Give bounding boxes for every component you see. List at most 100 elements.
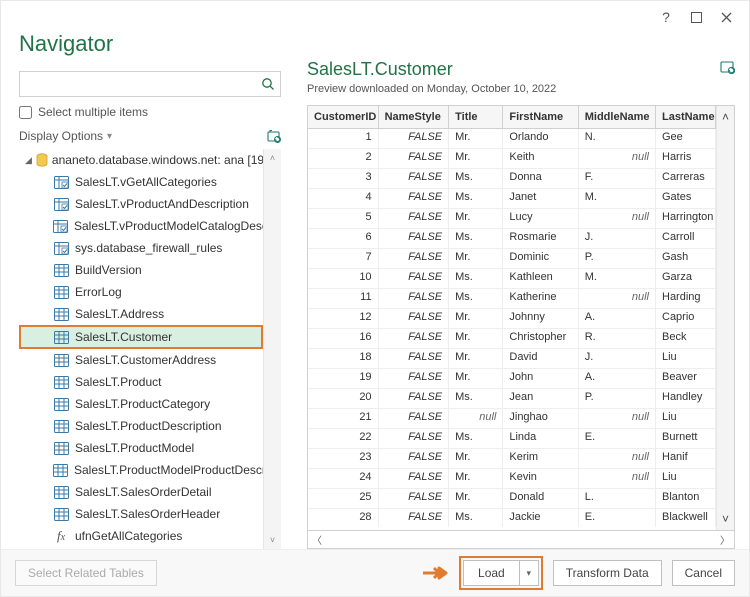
scroll-left-icon[interactable]: 〈 [312, 532, 322, 547]
tree-item[interactable]: BuildVersion [19, 259, 263, 281]
table-row[interactable]: 1FALSEMr.OrlandoN.Gee [308, 129, 716, 149]
tree-wrap: ◢ ananeto.database.windows.net: ana [19]… [19, 149, 281, 549]
tree-item[interactable]: SalesLT.ProductDescription [19, 415, 263, 437]
display-options[interactable]: Display Options ▾ [19, 129, 281, 143]
scroll-up-icon[interactable]: ˄ [722, 110, 729, 124]
tree-item[interactable]: SalesLT.SalesOrderDetail [19, 481, 263, 503]
table-row[interactable]: 18FALSEMr.DavidJ.Liu [308, 349, 716, 369]
table-row[interactable]: 10FALSEMs.KathleenM.Garza [308, 269, 716, 289]
column-header[interactable]: NameStyle [379, 106, 450, 128]
cell: R. [579, 329, 656, 348]
transform-data-button[interactable]: Transform Data [553, 560, 662, 586]
tree-item[interactable]: sys.database_firewall_rules [19, 237, 263, 259]
cell: null [579, 209, 656, 228]
cell: Dominic [503, 249, 578, 268]
table-row[interactable]: 24FALSEMr.KevinnullLiu [308, 469, 716, 489]
help-button[interactable]: ? [651, 5, 681, 29]
tree-item[interactable]: SalesLT.vProductAndDescription [19, 193, 263, 215]
cell: Liu [656, 409, 716, 428]
column-header[interactable]: Title [449, 106, 503, 128]
cell: Donald [503, 489, 578, 508]
left-pane: Navigator Select multiple items Display … [1, 31, 291, 549]
tree-item[interactable]: SalesLT.Product [19, 371, 263, 393]
table-row[interactable]: 16FALSEMr.ChristopherR.Beck [308, 329, 716, 349]
table-row[interactable]: 22FALSEMs.LindaE.Burnett [308, 429, 716, 449]
tree-item[interactable]: SalesLT.ProductModel [19, 437, 263, 459]
cell: A. [579, 309, 656, 328]
tree-item[interactable]: SalesLT.Address [19, 303, 263, 325]
table-row[interactable]: 5FALSEMr.LucynullHarrington [308, 209, 716, 229]
cell: 2 [308, 149, 379, 168]
column-header[interactable]: MiddleName [579, 106, 656, 128]
cancel-button[interactable]: Cancel [672, 560, 735, 586]
database-node[interactable]: ◢ ananeto.database.windows.net: ana [19] [19, 149, 263, 171]
table-row[interactable]: 19FALSEMr.JohnA.Beaver [308, 369, 716, 389]
select-related-label: Select Related Tables [28, 566, 144, 580]
object-tree[interactable]: ◢ ananeto.database.windows.net: ana [19]… [19, 149, 263, 549]
tree-item-label: ErrorLog [75, 285, 122, 299]
cell: null [579, 289, 656, 308]
tree-item[interactable]: SalesLT.ProductModelProductDescription [19, 459, 263, 481]
table-row[interactable]: 20FALSEMs.JeanP.Handley [308, 389, 716, 409]
tree-item[interactable]: SalesLT.vGetAllCategories [19, 171, 263, 193]
scroll-down-icon[interactable]: ˅ [722, 512, 729, 526]
load-button[interactable]: Load ▾ [463, 560, 539, 586]
tree-item[interactable]: SalesLT.Customer [19, 325, 263, 349]
cell: null [579, 409, 656, 428]
table-body: 1FALSEMr.OrlandoN.Gee2FALSEMr.KeithnullH… [308, 129, 716, 527]
scroll-up-icon[interactable]: ˄ [270, 153, 275, 163]
table-row[interactable]: 25FALSEMr.DonaldL.Blanton [308, 489, 716, 509]
select-related-tables-button[interactable]: Select Related Tables [15, 560, 157, 586]
cell: null [579, 449, 656, 468]
search-icon[interactable] [256, 77, 280, 91]
preview-table[interactable]: CustomerIDNameStyleTitleFirstNameMiddleN… [308, 106, 716, 530]
cell: Gates [656, 189, 716, 208]
table-icon [53, 463, 68, 477]
table-icon [53, 375, 69, 389]
restore-button[interactable] [681, 5, 711, 29]
scroll-down-icon[interactable]: ˅ [270, 535, 275, 545]
table-row[interactable]: 11FALSEMs.KatherinenullHarding [308, 289, 716, 309]
tree-item-label: SalesLT.ProductModel [75, 441, 194, 455]
tree-item-label: SalesLT.vProductModelCatalogDescription [74, 219, 263, 233]
tree-item[interactable]: fxufnGetAllCategories [19, 525, 263, 547]
tree-item[interactable]: SalesLT.ProductCategory [19, 393, 263, 415]
cell: FALSE [379, 469, 450, 488]
table-row[interactable]: 12FALSEMr.JohnnyA.Caprio [308, 309, 716, 329]
table-row[interactable]: 4FALSEMs.JanetM.Gates [308, 189, 716, 209]
tree-item[interactable]: SalesLT.vProductModelCatalogDescription [19, 215, 263, 237]
search-box[interactable] [19, 71, 281, 97]
column-header[interactable]: CustomerID [308, 106, 379, 128]
cell: J. [579, 349, 656, 368]
grid-scrollbar-h[interactable]: 〈 〉 [307, 531, 735, 549]
scroll-right-icon[interactable]: 〉 [720, 532, 730, 547]
collapse-icon[interactable]: ◢ [25, 155, 32, 166]
table-row[interactable]: 28FALSEMs.JackieE.Blackwell [308, 509, 716, 527]
table-row[interactable]: 3FALSEMs.DonnaF.Carreras [308, 169, 716, 189]
column-header[interactable]: FirstName [503, 106, 578, 128]
table-row[interactable]: 23FALSEMr.KerimnullHanif [308, 449, 716, 469]
table-row[interactable]: 2FALSEMr.KeithnullHarris [308, 149, 716, 169]
cell: FALSE [379, 309, 450, 328]
refresh-preview-icon[interactable] [720, 59, 735, 74]
cell: FALSE [379, 329, 450, 348]
close-icon [721, 12, 732, 23]
search-input[interactable] [20, 73, 256, 95]
close-button[interactable] [711, 5, 741, 29]
cell: Blackwell [656, 509, 716, 527]
tree-scrollbar[interactable]: ˄ ˅ [263, 149, 281, 549]
cell: 18 [308, 349, 379, 368]
refresh-tree-icon[interactable] [267, 129, 281, 143]
load-dropdown-icon[interactable]: ▾ [520, 568, 538, 579]
grid-scrollbar-v[interactable]: ˄ ˅ [716, 106, 734, 530]
select-multiple-input[interactable] [19, 106, 32, 119]
tree-item[interactable]: SalesLT.SalesOrderHeader [19, 503, 263, 525]
column-header[interactable]: LastName [656, 106, 716, 128]
tree-item[interactable]: ErrorLog [19, 281, 263, 303]
table-row[interactable]: 21FALSEnullJinghaonullLiu [308, 409, 716, 429]
cell: Harrington [656, 209, 716, 228]
table-row[interactable]: 6FALSEMs.RosmarieJ.Carroll [308, 229, 716, 249]
select-multiple-checkbox[interactable]: Select multiple items [19, 105, 281, 119]
tree-item[interactable]: SalesLT.CustomerAddress [19, 349, 263, 371]
table-row[interactable]: 7FALSEMr.DominicP.Gash [308, 249, 716, 269]
